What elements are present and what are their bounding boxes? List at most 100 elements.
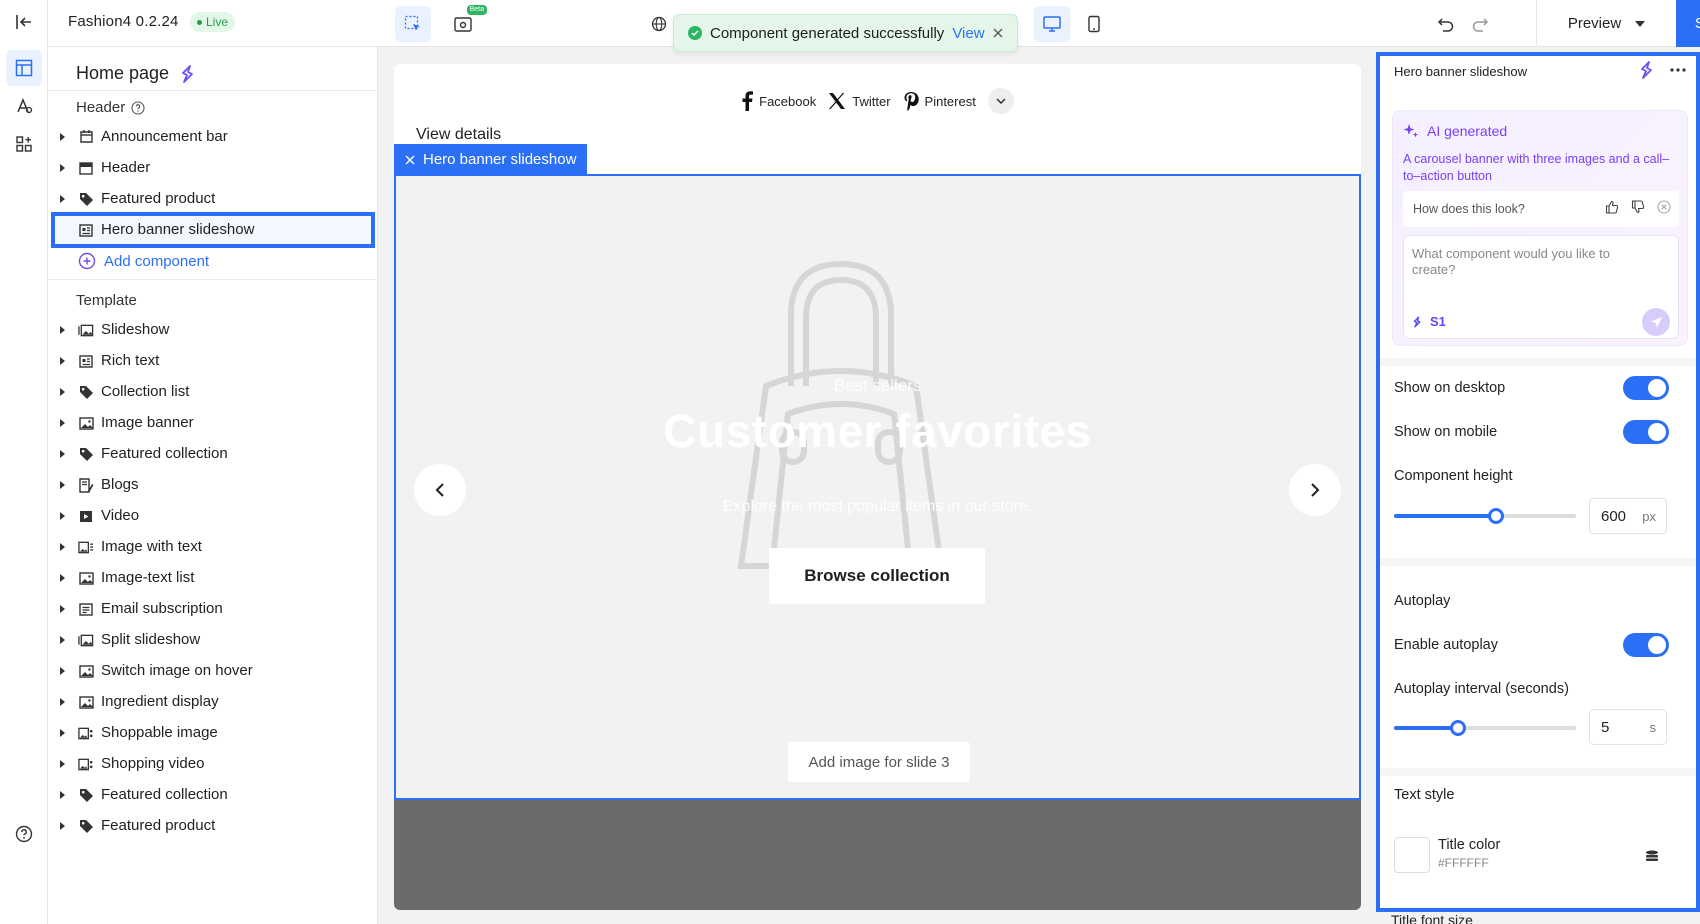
- sidebar-item[interactable]: Rich text: [48, 346, 377, 376]
- sidebar-item[interactable]: Hero banner slideshow: [51, 212, 375, 248]
- sidebar-item[interactable]: Featured collection: [48, 439, 377, 469]
- component-sidebar: Home page Header Announcement bar Header F…: [48, 47, 378, 924]
- sidebar-item[interactable]: Shoppable image: [48, 718, 377, 748]
- select-tool-icon[interactable]: [395, 6, 431, 42]
- question-circle-icon[interactable]: [131, 100, 145, 115]
- close-toast-icon[interactable]: [993, 28, 1003, 38]
- expand-caret-icon[interactable]: [60, 195, 65, 203]
- autoplay-interval-input[interactable]: 5 s: [1589, 709, 1667, 745]
- theme-style-icon[interactable]: [6, 88, 42, 124]
- template-section-heading: Template: [76, 292, 137, 309]
- preview-canvas[interactable]: Facebook Twitter Pinterest View details …: [394, 64, 1361, 910]
- expand-caret-icon[interactable]: [60, 729, 65, 737]
- sidebar-divider: [48, 279, 377, 280]
- header-section-label: Header: [76, 99, 126, 116]
- close-icon[interactable]: [405, 155, 415, 165]
- more-options-icon[interactable]: [1670, 68, 1686, 72]
- expand-caret-icon[interactable]: [60, 450, 65, 458]
- sidebar-item[interactable]: Featured product: [48, 811, 377, 841]
- layout-icon[interactable]: [6, 50, 42, 86]
- preview-panel-icon[interactable]: Beta: [445, 5, 487, 42]
- save-button[interactable]: Save: [1676, 0, 1700, 47]
- show-mobile-toggle[interactable]: [1623, 420, 1669, 444]
- social-pinterest[interactable]: Pinterest: [903, 91, 976, 111]
- mobile-view-icon[interactable]: [1076, 6, 1112, 42]
- expand-caret-icon[interactable]: [60, 574, 65, 582]
- help-icon[interactable]: [6, 816, 42, 852]
- expand-caret-icon[interactable]: [60, 698, 65, 706]
- sidebar-item[interactable]: Ingredient display: [48, 687, 377, 717]
- expand-caret-icon[interactable]: [60, 760, 65, 768]
- expand-caret-icon[interactable]: [60, 636, 65, 644]
- sidebar-item[interactable]: Header: [48, 153, 377, 183]
- slider-handle[interactable]: [1449, 720, 1466, 736]
- add-component-button[interactable]: Add component: [78, 252, 209, 270]
- sidebar-item[interactable]: Image with text: [48, 532, 377, 562]
- browse-collection-button[interactable]: Browse collection: [769, 548, 985, 604]
- undo-icon[interactable]: [1428, 6, 1464, 42]
- expand-caret-icon[interactable]: [60, 822, 65, 830]
- enable-autoplay-toggle[interactable]: [1623, 633, 1669, 657]
- database-icon[interactable]: [1645, 850, 1659, 862]
- expand-caret-icon[interactable]: [60, 667, 65, 675]
- sidebar-item-label: Featured product: [101, 817, 216, 834]
- sidebar-item[interactable]: Slideshow: [48, 315, 377, 345]
- sidebar-item[interactable]: Image-text list: [48, 563, 377, 593]
- slider-handle[interactable]: [1487, 508, 1504, 524]
- dismiss-circle-icon[interactable]: [1657, 200, 1671, 214]
- sidebar-item[interactable]: Announcement bar: [48, 122, 377, 152]
- more-social-button[interactable]: [987, 88, 1014, 114]
- sidebar-item[interactable]: Collection list: [48, 377, 377, 407]
- sidebar-item[interactable]: Image banner: [48, 408, 377, 438]
- expand-caret-icon[interactable]: [60, 357, 65, 365]
- next-slide-button[interactable]: [1289, 464, 1341, 516]
- sidebar-item[interactable]: Shopping video: [48, 749, 377, 779]
- ai-model-selector[interactable]: S1: [1412, 314, 1446, 329]
- send-prompt-button[interactable]: [1642, 308, 1670, 336]
- redo-icon[interactable]: [1462, 6, 1498, 42]
- view-details-link[interactable]: View details: [416, 126, 501, 144]
- component-height-slider[interactable]: [1394, 508, 1576, 524]
- title-font-size-label: Title font size: [1391, 912, 1473, 924]
- exit-editor-icon[interactable]: [6, 4, 42, 40]
- expand-caret-icon[interactable]: [60, 326, 65, 334]
- thumbs-down-icon[interactable]: [1631, 200, 1645, 214]
- sidebar-item[interactable]: Video: [48, 501, 377, 531]
- sidebar-item[interactable]: Split slideshow: [48, 625, 377, 655]
- sidebar-item[interactable]: Switch image on hover: [48, 656, 377, 686]
- social-facebook[interactable]: Facebook: [741, 91, 816, 111]
- sidebar-item[interactable]: Email subscription: [48, 594, 377, 624]
- title-color-swatch[interactable]: [1394, 837, 1430, 873]
- expand-caret-icon[interactable]: [60, 512, 65, 520]
- thumbs-up-icon[interactable]: [1605, 200, 1619, 214]
- expand-caret-icon[interactable]: [60, 605, 65, 613]
- language-globe-icon[interactable]: [641, 6, 677, 42]
- sidebar-item[interactable]: Featured product: [48, 184, 377, 214]
- sidebar-item-label: Rich text: [101, 352, 160, 369]
- expand-caret-icon[interactable]: [60, 481, 65, 489]
- toast-view-link[interactable]: View: [952, 25, 984, 42]
- add-slide-image-button[interactable]: Add image for slide 3: [788, 742, 970, 782]
- expand-caret-icon[interactable]: [60, 419, 65, 427]
- preview-dropdown[interactable]: Preview: [1536, 0, 1676, 47]
- selected-component-tag[interactable]: Hero banner slideshow: [394, 144, 588, 175]
- ai-logo-icon[interactable]: [1638, 60, 1658, 80]
- social-twitter[interactable]: Twitter: [828, 92, 891, 110]
- autoplay-interval-slider[interactable]: [1394, 720, 1576, 736]
- hero-banner-slideshow[interactable]: Best sellers Customer favorites Explore …: [394, 174, 1361, 800]
- sidebar-item[interactable]: Featured collection: [48, 780, 377, 810]
- component-height-input[interactable]: 600 px: [1589, 498, 1667, 534]
- sidebar-item[interactable]: Blogs: [48, 470, 377, 500]
- prev-slide-button[interactable]: [414, 464, 466, 516]
- next-section-placeholder[interactable]: [394, 800, 1361, 910]
- show-desktop-toggle[interactable]: [1623, 376, 1669, 400]
- desktop-view-icon[interactable]: [1034, 6, 1070, 42]
- expand-caret-icon[interactable]: [60, 164, 65, 172]
- expand-caret-icon[interactable]: [60, 133, 65, 141]
- expand-caret-icon[interactable]: [60, 543, 65, 551]
- ai-prompt-input[interactable]: What component would you like to create?…: [1403, 235, 1679, 339]
- chevron-right-icon: [1311, 483, 1320, 497]
- apps-icon[interactable]: [6, 126, 42, 162]
- expand-caret-icon[interactable]: [60, 791, 65, 799]
- expand-caret-icon[interactable]: [60, 388, 65, 396]
